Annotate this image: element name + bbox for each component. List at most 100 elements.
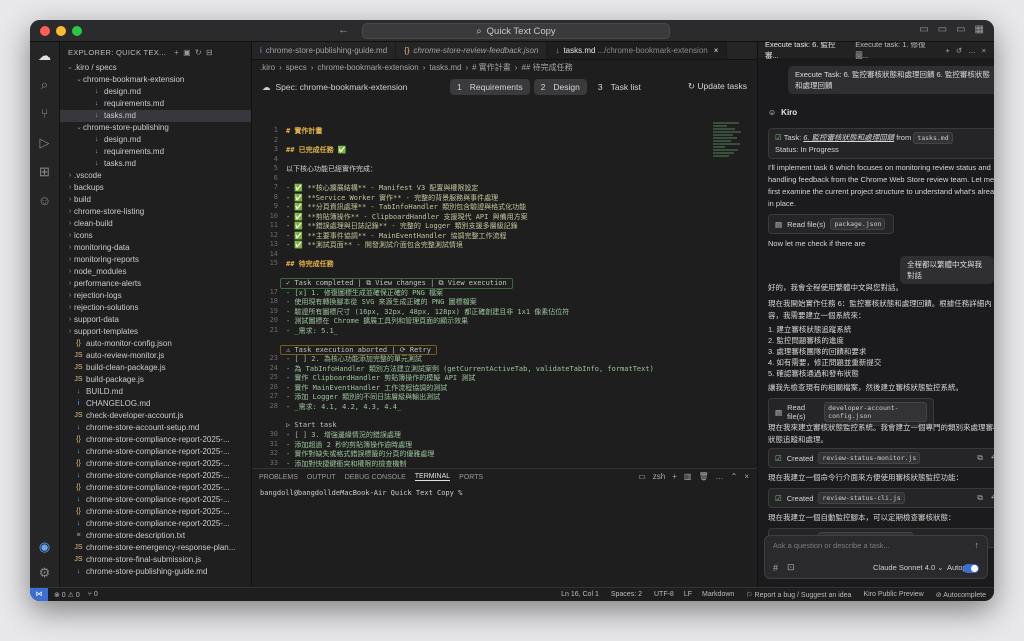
editor-tab[interactable]: ↓ tasks.md .../chrome-bookmark-extension ×: [547, 42, 728, 59]
code-editor[interactable]: 1 # 實作計畫 2 3 ## 已完成任務 ✅ 4 5 以下核心功能已經實作完成： 6 7 - ✅ …: [252, 122, 757, 468]
source-control-icon[interactable]: ⑂: [37, 106, 53, 122]
more-icon[interactable]: …: [968, 46, 976, 55]
file-tree-item[interactable]: ⌄ chrome-store-publishing: [60, 122, 251, 134]
file-tree-item[interactable]: › support-templates: [60, 326, 251, 338]
breadcrumb-item[interactable]: # 實作計畫: [472, 62, 511, 73]
code-line[interactable]: ▷ Start task: [286, 421, 337, 429]
ports-status[interactable]: ⑂ 0: [88, 591, 98, 598]
extensions-icon[interactable]: ⊞: [37, 164, 53, 180]
new-terminal-icon[interactable]: +: [672, 472, 677, 481]
split-terminal-icon[interactable]: ▥: [684, 472, 692, 481]
file-tree-item[interactable]: i CHANGELOG.md: [60, 398, 251, 410]
file-tree-item[interactable]: {} auto-monitor-config.json: [60, 338, 251, 350]
file-tree-item[interactable]: › rejection-logs: [60, 290, 251, 302]
new-folder-icon[interactable]: ▣: [183, 48, 191, 57]
panel-tab-terminal[interactable]: TERMINAL: [414, 473, 451, 481]
layout-icon[interactable]: ▦: [975, 24, 984, 35]
breadcrumb-item[interactable]: chrome-bookmark-extension: [317, 63, 418, 72]
file-tree-item[interactable]: JS chrome-store-final-submission.js: [60, 554, 251, 566]
encoding-status[interactable]: UTF-8: [654, 591, 674, 598]
file-tree-item[interactable]: ≡ chrome-store-description.txt: [60, 530, 251, 542]
toggle-chat-icon[interactable]: ▭: [956, 24, 965, 35]
edition-status[interactable]: Kiro Public Preview: [863, 591, 923, 598]
read-file-chip-2[interactable]: developer-account-config.json: [824, 402, 927, 422]
spec-step-2[interactable]: 2 Design: [533, 79, 587, 95]
file-tree-item[interactable]: ↓ tasks.md: [60, 110, 251, 122]
file-tree-item[interactable]: ↓ chrome-store-compliance-report-2025-...: [60, 494, 251, 506]
created-file-chip-1[interactable]: review-status-monitor.js: [818, 452, 921, 464]
maximize-panel-icon[interactable]: ⌃: [731, 472, 738, 481]
file-tree-item[interactable]: › performance-alerts: [60, 278, 251, 290]
file-tree-item[interactable]: › support-data: [60, 314, 251, 326]
file-tree-item[interactable]: ↓ chrome-store-account-setup.md: [60, 422, 251, 434]
breadcrumb-item[interactable]: tasks.md: [429, 63, 461, 72]
minimize-window-button[interactable]: [56, 25, 66, 36]
panel-tab-output[interactable]: OUTPUT: [307, 474, 336, 481]
file-tree-item[interactable]: JS auto-review-monitor.js: [60, 350, 251, 362]
kiro-icon[interactable]: ☺: [37, 193, 53, 209]
remote-icon[interactable]: ⋈: [30, 587, 48, 601]
file-tree-item[interactable]: › rejection-solutions: [60, 302, 251, 314]
open-diff-icon[interactable]: ⧉: [977, 493, 982, 503]
file-tree-item[interactable]: ↓ requirements.md: [60, 146, 251, 158]
new-chat-icon[interactable]: +: [945, 46, 949, 55]
panel-tab-debug-console[interactable]: DEBUG CONSOLE: [345, 474, 406, 481]
eol-status[interactable]: LF: [684, 591, 692, 598]
file-tree-item[interactable]: JS build-clean-package.js: [60, 362, 251, 374]
update-tasks-button[interactable]: ↻ Update tasks: [688, 81, 747, 92]
panel-tab-ports[interactable]: PORTS: [459, 474, 483, 481]
file-tree-item[interactable]: ↓ chrome-store-compliance-report-2025-...: [60, 446, 251, 458]
collapse-all-icon[interactable]: ⊟: [206, 48, 213, 57]
spec-step-3[interactable]: 3 Task list: [590, 79, 648, 95]
search-icon[interactable]: ⌕: [37, 77, 53, 93]
toggle-sidebar-icon[interactable]: ▭: [919, 24, 928, 35]
file-tree-item[interactable]: › monitoring-reports: [60, 254, 251, 266]
breadcrumb-item[interactable]: specs: [286, 63, 307, 72]
file-tree-item[interactable]: ⌄ chrome-bookmark-extension: [60, 74, 251, 86]
file-tree-item[interactable]: › chrome-store-listing: [60, 206, 251, 218]
file-tree-item[interactable]: ↓ chrome-store-compliance-report-2025-...: [60, 518, 251, 530]
refresh-icon[interactable]: ↻: [195, 48, 202, 57]
file-tree-item[interactable]: ↓ requirements.md: [60, 98, 251, 110]
chat-tab-task-1[interactable]: Execute task: 1. 修復圖...: [855, 42, 937, 61]
autopilot-toggle[interactable]: [963, 564, 979, 573]
minimap[interactable]: [713, 122, 743, 192]
revert-icon[interactable]: ↶: [991, 493, 994, 503]
cursor-position[interactable]: Ln 16, Col 1: [561, 591, 599, 598]
close-window-button[interactable]: [40, 25, 50, 36]
file-tree-item[interactable]: ↓ design.md: [60, 134, 251, 146]
file-tree-item[interactable]: JS check-developer-account.js: [60, 410, 251, 422]
editor-tab[interactable]: i chrome-store-publishing-guide.md: [252, 42, 397, 59]
codelens-action[interactable]: ⚠ Task execution aborted | ⟳ Retry: [280, 344, 437, 355]
terminal-prompt[interactable]: bangdoll@bangdolldeMacBook-Air Quick Tex…: [252, 485, 757, 501]
chat-input[interactable]: Ask a question or describe a task...: [773, 541, 890, 550]
file-tree-item[interactable]: {} chrome-store-compliance-report-2025-..…: [60, 506, 251, 518]
file-tree-item[interactable]: ↓ design.md: [60, 86, 251, 98]
file-tree-item[interactable]: ↓ chrome-store-compliance-report-2025-...: [60, 470, 251, 482]
model-selector[interactable]: Claude Sonnet 4.0 ⌄: [873, 563, 944, 572]
close-tab-icon[interactable]: ×: [714, 46, 719, 55]
breadcrumb-item[interactable]: .kiro: [260, 63, 275, 72]
send-arrow-icon[interactable]: ↑: [975, 540, 980, 550]
file-tree-item[interactable]: JS chrome-store-emergency-response-plan..…: [60, 542, 251, 554]
new-file-icon[interactable]: +: [174, 48, 179, 57]
file-tree-item[interactable]: {} chrome-store-compliance-report-2025-..…: [60, 434, 251, 446]
chat-tab-task-6[interactable]: Execute task: 6. 監控審...: [765, 42, 847, 61]
maximize-window-button[interactable]: [72, 25, 82, 36]
file-tree-item[interactable]: › icons: [60, 230, 251, 242]
trash-icon[interactable]: 🗑: [698, 472, 708, 481]
shell-name[interactable]: zsh: [653, 472, 665, 481]
editor-tab[interactable]: {} chrome-store-review-feedback.json: [396, 42, 548, 59]
account-icon[interactable]: ◉: [37, 539, 53, 555]
settings-gear-icon[interactable]: ⚙: [37, 565, 53, 581]
file-tree-item[interactable]: ↓ BUILD.md: [60, 386, 251, 398]
open-diff-icon[interactable]: ⧉: [977, 453, 982, 463]
task-file-chip[interactable]: tasks.md: [913, 132, 953, 144]
file-tree-item[interactable]: ⌄ .kiro / specs: [60, 62, 251, 74]
file-tree-item[interactable]: ↓ chrome-store-publishing-guide.md: [60, 566, 251, 578]
more-icon[interactable]: …: [716, 472, 724, 481]
toggle-panel-icon[interactable]: ▭: [938, 24, 947, 35]
context-hash-icon[interactable]: #: [773, 563, 778, 573]
history-icon[interactable]: ↺: [956, 46, 962, 55]
file-tree-item[interactable]: {} chrome-store-compliance-report-2025-..…: [60, 458, 251, 470]
